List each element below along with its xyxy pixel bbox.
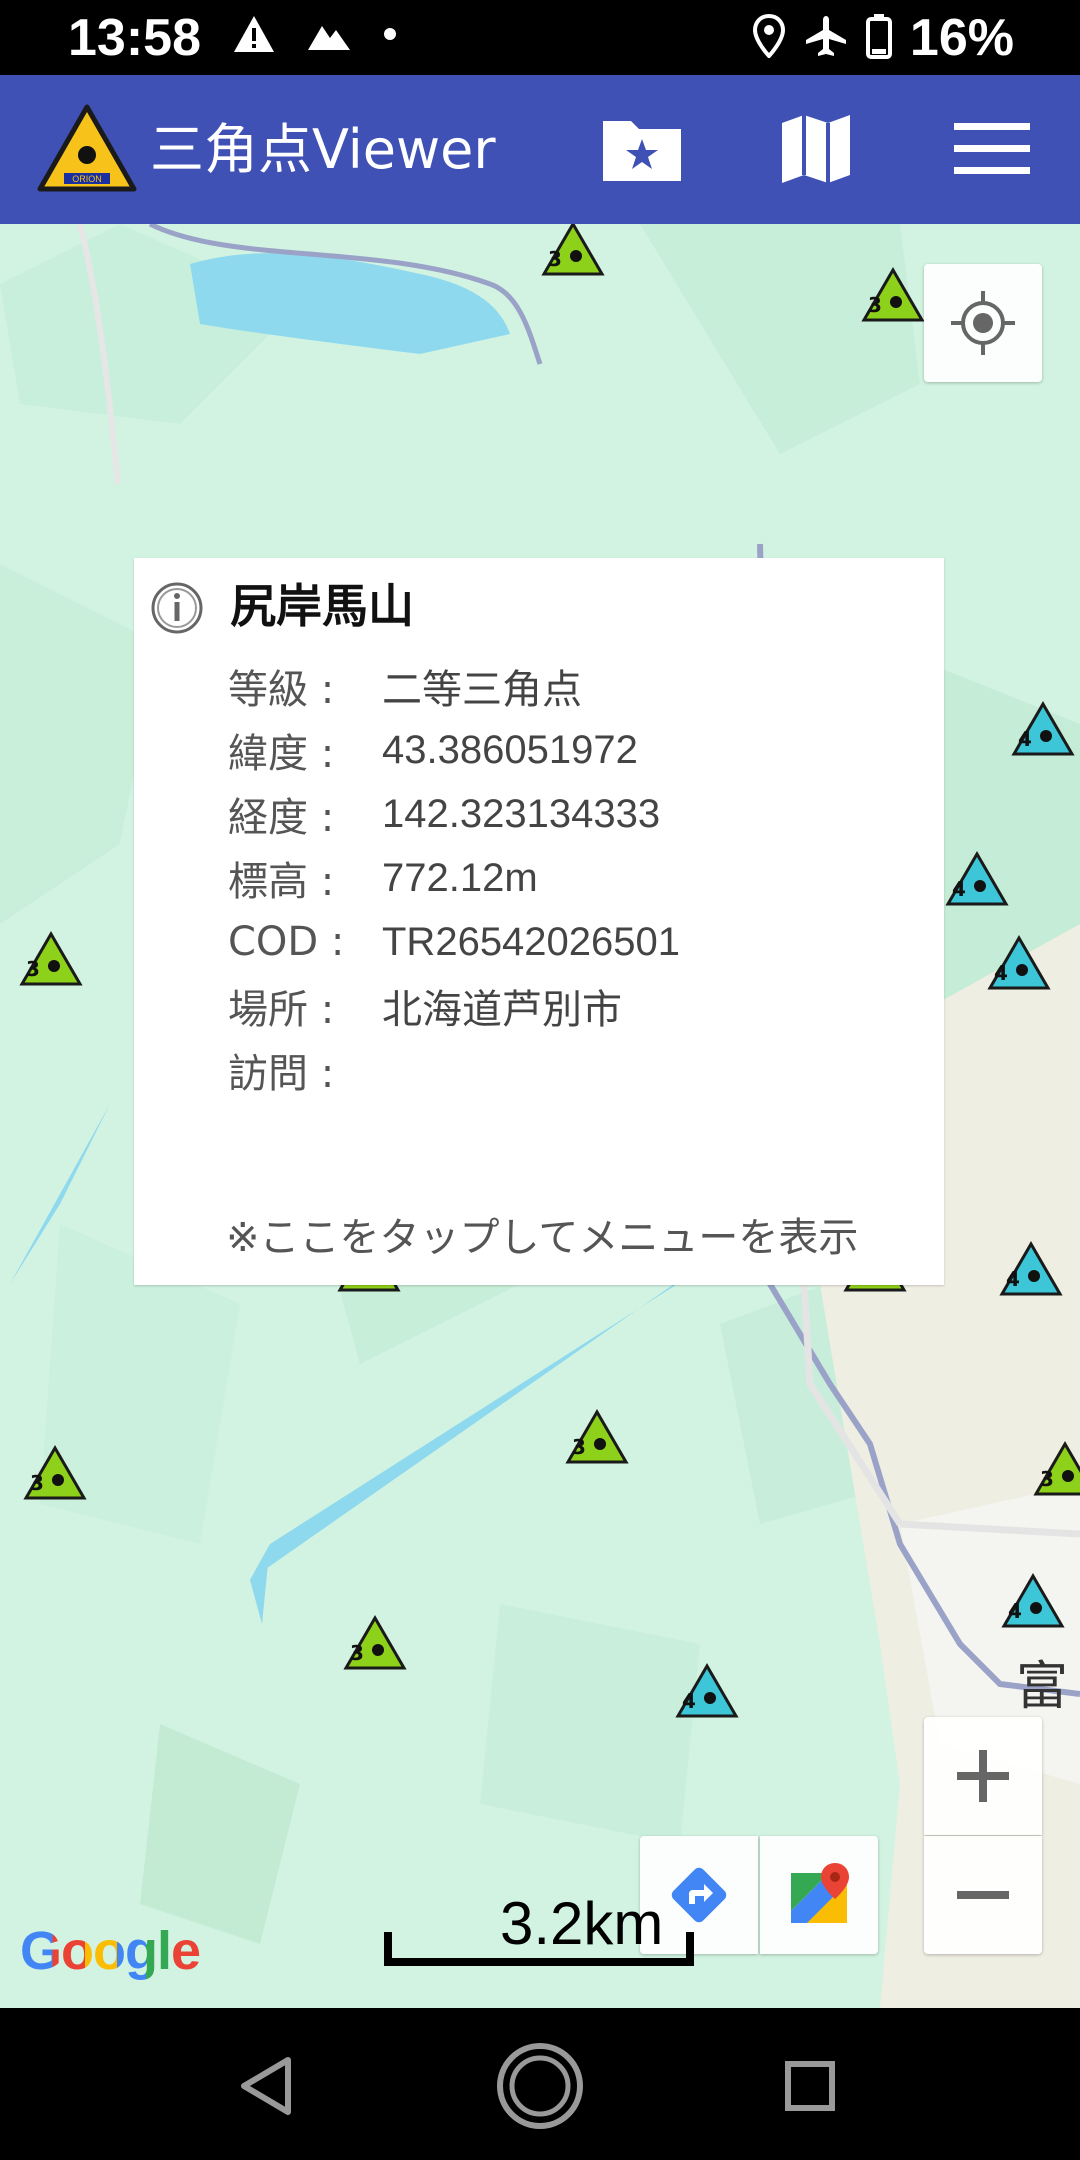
triangulation-point-marker[interactable]: 3 (1032, 1440, 1080, 1498)
scale-label: 3.2km (500, 1890, 664, 1957)
detail-row-elevation: 標高 : 772.12m (228, 846, 680, 910)
tap-menu-hint: ※ここをタップしてメニューを表示 (226, 1215, 859, 1261)
detail-value: 43.386051972 (382, 727, 638, 772)
scale-bar: 3.2km (384, 1892, 694, 1966)
plus-icon (957, 1750, 1009, 1802)
detail-row-visited: 訪問 : (228, 1038, 680, 1102)
menu-icon (954, 123, 1030, 174)
svg-text:4: 4 (1006, 1267, 1020, 1291)
detail-label: 訪問 : (228, 1051, 335, 1097)
point-name: 尻岸馬山 (230, 579, 414, 633)
app-logo: ORION (36, 103, 138, 195)
place-label: 富 (1016, 1657, 1069, 1717)
detail-label: 場所 : (228, 987, 335, 1033)
svg-text:3: 3 (868, 293, 882, 317)
app-bar: ORION 三角点Viewer (0, 75, 1080, 224)
triangulation-point-marker[interactable]: 4 (674, 1662, 740, 1720)
triangulation-point-marker[interactable]: 4 (998, 1240, 1064, 1298)
detail-row-grade: 等級 : 二等三角点 (228, 654, 680, 718)
status-bar: 13:58 16% (0, 0, 1080, 75)
triangulation-point-marker[interactable]: 3 (22, 1444, 88, 1502)
triangulation-point-marker[interactable]: 4 (944, 850, 1010, 908)
detail-label: COD : (228, 919, 345, 965)
info-icon (150, 581, 204, 635)
google-maps-icon (791, 1863, 849, 1923)
recents-icon (785, 2061, 835, 2111)
svg-text:4: 4 (1018, 727, 1032, 751)
google-logo: Google (20, 1921, 201, 1981)
triangulation-point-marker[interactable]: 3 (860, 266, 926, 324)
detail-label: 標高 : (228, 859, 335, 905)
folder-star-icon (603, 121, 681, 181)
airplane-icon (804, 14, 848, 62)
battery-icon (865, 13, 892, 63)
warning-icon (232, 14, 276, 58)
detail-row-code: COD : TR26542026501 (228, 910, 680, 974)
svg-text:4: 4 (952, 877, 966, 901)
google-maps-button[interactable] (760, 1836, 878, 1954)
location-icon (752, 13, 786, 62)
status-time: 13:58 (68, 9, 201, 67)
nav-home-button[interactable] (492, 2038, 588, 2134)
battery-percent: 16% (909, 9, 1014, 67)
svg-text:4: 4 (994, 961, 1008, 985)
map-type-button[interactable] (768, 105, 864, 193)
mountain-icon (306, 16, 352, 56)
detail-value: 二等三角点 (382, 668, 582, 712)
minus-icon (957, 1891, 1009, 1899)
map-view[interactable]: 3 3 4 4 3 4 4 4 3 4 3 3 4 3 3 3 4 (0, 224, 1080, 2008)
triangulation-point-marker[interactable]: 4 (986, 934, 1052, 992)
triangulation-point-marker[interactable]: 3 (564, 1408, 630, 1466)
svg-text:3: 3 (548, 247, 562, 271)
map-icon (782, 115, 850, 183)
detail-value: 142.323134333 (382, 791, 661, 836)
dot-icon (382, 26, 398, 46)
triangulation-point-marker[interactable]: 4 (1000, 1572, 1066, 1630)
detail-row-location: 場所 : 北海道芦別市 (228, 974, 680, 1038)
svg-text:4: 4 (682, 1689, 696, 1713)
my-location-icon (951, 291, 1015, 355)
favorites-button[interactable] (594, 105, 690, 193)
menu-button[interactable] (944, 105, 1040, 193)
triangulation-point-marker[interactable]: 3 (18, 930, 84, 988)
detail-value: 772.12m (382, 855, 538, 900)
svg-text:4: 4 (1008, 1599, 1022, 1623)
detail-row-longitude: 経度 : 142.323134333 (228, 782, 680, 846)
back-icon (241, 2057, 291, 2115)
zoom-out-button[interactable] (924, 1836, 1042, 1954)
info-window[interactable]: 尻岸馬山 等級 : 二等三角点 緯度 : 43.386051972 経度 : 1… (134, 558, 944, 1285)
triangulation-point-marker[interactable]: 3 (540, 224, 606, 278)
point-details: 等級 : 二等三角点 緯度 : 43.386051972 経度 : 142.32… (228, 654, 680, 1102)
detail-value: TR26542026501 (382, 919, 681, 964)
detail-row-latitude: 緯度 : 43.386051972 (228, 718, 680, 782)
svg-text:3: 3 (350, 1641, 364, 1665)
triangulation-point-marker[interactable]: 4 (1010, 700, 1076, 758)
my-location-button[interactable] (924, 264, 1042, 382)
svg-text:3: 3 (26, 957, 40, 981)
zoom-in-button[interactable] (924, 1717, 1042, 1835)
nav-recents-button[interactable] (762, 2038, 858, 2134)
app-title: 三角点Viewer (150, 118, 496, 181)
svg-text:ORION: ORION (72, 174, 102, 184)
home-icon (497, 2043, 583, 2129)
triangulation-point-marker[interactable]: 3 (342, 1614, 408, 1672)
svg-text:3: 3 (1040, 1467, 1054, 1491)
svg-text:3: 3 (572, 1435, 586, 1459)
svg-text:3: 3 (30, 1471, 44, 1495)
detail-label: 等級 : (228, 667, 335, 713)
system-nav-bar (0, 2008, 1080, 2160)
detail-label: 経度 : (228, 795, 335, 841)
detail-value: 北海道芦別市 (382, 988, 622, 1032)
nav-back-button[interactable] (218, 2038, 314, 2134)
detail-label: 緯度 : (228, 731, 335, 777)
